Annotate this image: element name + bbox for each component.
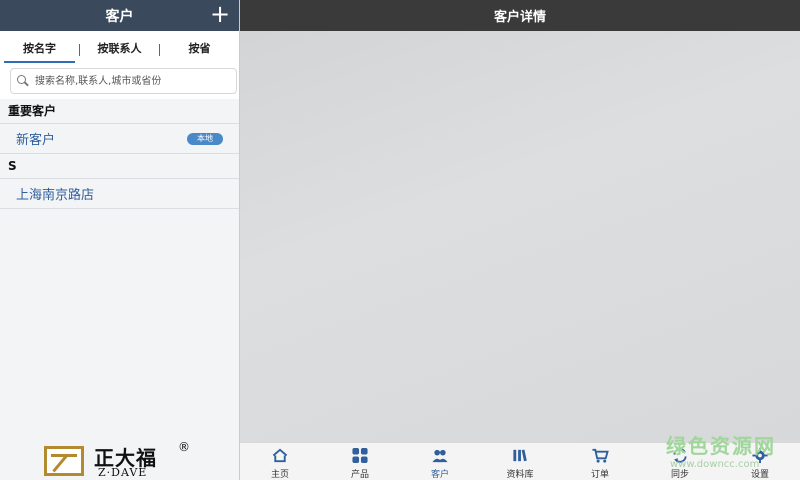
local-badge: 本地 <box>187 133 223 145</box>
logo-mark-icon <box>44 446 84 476</box>
watermark-url: www.downcc.com <box>670 459 760 470</box>
nav-label: 订单 <box>590 470 609 480</box>
users-icon <box>432 449 448 463</box>
home-icon <box>272 448 288 463</box>
search-box <box>10 68 237 94</box>
search-bar <box>0 61 239 99</box>
list-title: 客户 <box>105 8 134 25</box>
list-item[interactable]: 上海南京路店 <box>0 178 239 209</box>
detail-header: 客户详情 <box>240 0 800 31</box>
nav-library[interactable]: 资料库 <box>480 443 560 480</box>
nav-customers[interactable]: 客户 <box>400 443 480 480</box>
tab-by-name[interactable]: 按名字 <box>0 31 79 63</box>
customer-list-panel: 客户 + 按名字 按联系人 按省 重要客户 新客户 本地 S 上海南京路店 正大… <box>0 0 240 480</box>
section-header-important: 重要客户 <box>0 99 239 123</box>
nav-home[interactable]: 主页 <box>240 443 320 480</box>
nav-label: 产品 <box>350 470 369 480</box>
tab-by-contact[interactable]: 按联系人 <box>80 31 159 61</box>
detail-title: 客户详情 <box>493 10 546 25</box>
list-item[interactable]: 新客户 本地 <box>0 123 239 154</box>
tab-by-province[interactable]: 按省 <box>160 31 239 61</box>
customer-name: 上海南京路店 <box>16 188 95 203</box>
grid-icon <box>352 447 368 464</box>
section-header-s: S <box>0 154 239 178</box>
customer-name: 新客户 <box>16 133 56 148</box>
watermark-text: 绿色资源网 <box>666 434 776 458</box>
nav-label: 主页 <box>270 470 289 480</box>
registered-mark: ® <box>178 440 190 454</box>
watermark: 绿色资源网 www.downcc.com <box>666 430 776 470</box>
sort-tabs: 按名字 按联系人 按省 <box>0 31 239 63</box>
nav-label: 客户 <box>430 470 449 480</box>
search-input[interactable] <box>33 74 233 88</box>
cart-icon <box>592 448 609 463</box>
logo-text-en: Z·DAVE <box>98 466 148 479</box>
nav-products[interactable]: 产品 <box>320 443 400 480</box>
brand-logo: 正大福 ® Z·DAVE <box>44 440 204 480</box>
customer-detail-panel: 客户详情 主页 产品 客户 资料库 订单 同步 设置 <box>240 0 800 480</box>
library-icon <box>513 449 527 462</box>
nav-orders[interactable]: 订单 <box>560 443 640 480</box>
search-icon <box>17 75 29 87</box>
nav-label: 资料库 <box>506 470 534 480</box>
add-customer-button[interactable]: + <box>209 2 231 28</box>
list-header: 客户 + <box>0 0 239 31</box>
detail-content-area <box>240 31 800 442</box>
